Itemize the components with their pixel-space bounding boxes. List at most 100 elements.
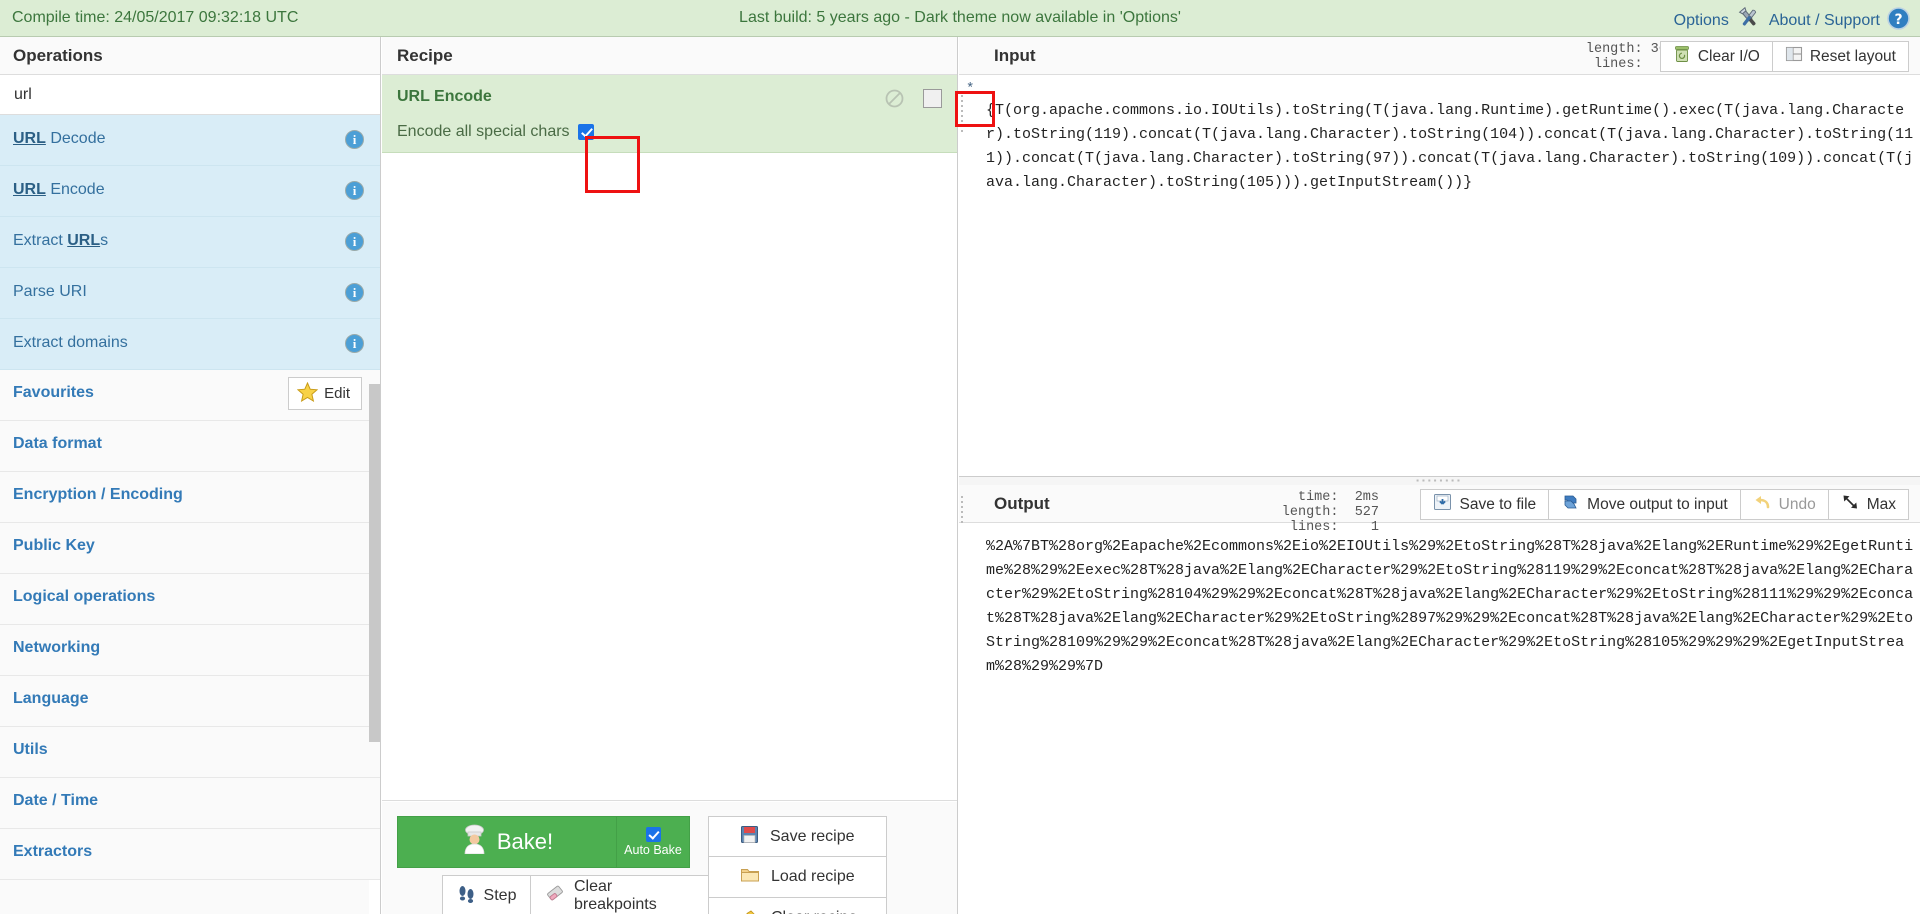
info-icon[interactable]: i <box>345 232 364 251</box>
load-recipe-label: Load recipe <box>771 868 855 885</box>
input-buttons: Clear I/O Reset layout <box>1659 41 1909 72</box>
category-logical-operations[interactable]: Logical operations <box>0 574 380 625</box>
broom-icon <box>740 906 760 914</box>
folder-icon <box>740 865 760 889</box>
disable-icon[interactable] <box>885 89 904 108</box>
operation-label: Parse URI <box>13 283 87 300</box>
recipe-op-url-encode[interactable]: URL Encode Encode all special chars <box>382 75 957 153</box>
recipe-controls: Bake! Auto Bake Step Clear breakpoints S… <box>382 802 957 914</box>
clear-recipe-button[interactable]: Clear recipe <box>708 898 887 914</box>
input-left-grip[interactable] <box>959 83 965 143</box>
output-left-grip[interactable] <box>959 487 965 531</box>
save-to-file-label: Save to file <box>1459 495 1537 513</box>
info-icon[interactable]: i <box>345 181 364 200</box>
eraser-icon <box>545 884 566 908</box>
footprints-icon <box>457 884 476 908</box>
category-public-key[interactable]: Public Key <box>0 523 380 574</box>
options-link[interactable]: Options <box>1674 12 1729 30</box>
info-icon[interactable]: i <box>345 334 364 353</box>
auto-bake-checkbox[interactable] <box>645 827 661 842</box>
category-data-format[interactable]: Data format <box>0 421 380 472</box>
operations-list: URL Decode i URL Encode i Extract URLs i… <box>0 115 380 880</box>
save-recipe-button[interactable]: Save recipe <box>708 816 887 857</box>
category-label: Networking <box>13 639 101 656</box>
help-icon[interactable]: ? <box>1887 6 1910 35</box>
operation-result-url-encode[interactable]: URL Encode i <box>0 166 380 217</box>
category-encryption-encoding[interactable]: Encryption / Encoding <box>0 472 380 523</box>
maximise-output-button[interactable]: Max <box>1828 489 1909 520</box>
input-textarea[interactable]: {T(org.apache.commons.io.IOUtils).toStri… <box>986 99 1916 459</box>
input-gutter-marker: * <box>966 81 975 97</box>
category-label: Language <box>13 690 89 707</box>
operation-label: Extract domains <box>13 334 128 351</box>
category-extractors[interactable]: Extractors <box>0 829 380 880</box>
move-output-to-input-button[interactable]: Move output to input <box>1549 489 1741 520</box>
output-pane: Output time: 2ms length: 527 lines: 1 Sa… <box>959 485 1920 914</box>
category-label: Extractors <box>13 843 93 860</box>
output-textarea[interactable]: %2A%7BT%28org%2Eapache%2Ecommons%2Eio%2E… <box>986 535 1916 914</box>
auto-bake-label: Auto Bake <box>624 843 682 857</box>
bake-button[interactable]: Bake! Auto Bake <box>397 816 690 868</box>
move-output-label: Move output to input <box>1587 495 1728 513</box>
category-label: Data format <box>13 435 102 452</box>
recipe-op-title: URL Encode <box>397 88 492 105</box>
category-label: Encryption / Encoding <box>13 486 183 503</box>
operation-label: URL Decode <box>13 130 106 147</box>
clear-io-button[interactable]: Clear I/O <box>1659 41 1773 72</box>
undo-button[interactable]: Undo <box>1740 489 1829 520</box>
reset-layout-button[interactable]: Reset layout <box>1772 41 1909 72</box>
undo-label: Undo <box>1778 495 1816 513</box>
clear-breakpoints-button[interactable]: Clear breakpoints <box>531 875 714 914</box>
step-button[interactable]: Step <box>442 875 531 914</box>
auto-bake-toggle[interactable]: Auto Bake <box>616 817 689 867</box>
output-meta: time: 2ms length: 527 lines: 1 <box>1281 490 1379 535</box>
recipe-file-buttons: Save recipe Load recipe <box>708 816 887 914</box>
arg-checkbox-encode-all-special-chars[interactable] <box>577 124 594 140</box>
bake-label: Bake! <box>496 829 554 854</box>
input-header: Input length: 363 lines: 1 Clear I/O <box>959 37 1920 75</box>
category-utils[interactable]: Utils <box>0 727 380 778</box>
recipe-panel: Recipe URL Encode Encode all special cha… <box>382 37 958 914</box>
clear-breakpoints-label: Clear breakpoints <box>574 878 657 913</box>
input-title: Input <box>994 46 1036 65</box>
category-networking[interactable]: Networking <box>0 625 380 676</box>
save-to-file-button[interactable]: Save to file <box>1420 489 1550 520</box>
chef-icon <box>461 824 488 860</box>
about-support-link[interactable]: About / Support <box>1769 12 1880 30</box>
banner-links: Options About / Support ? <box>1674 6 1910 35</box>
max-label: Max <box>1866 495 1896 513</box>
edit-favourites-button[interactable]: Edit <box>288 377 362 410</box>
operation-result-extract-domains[interactable]: Extract domains i <box>0 319 380 370</box>
info-icon[interactable]: i <box>345 130 364 149</box>
category-label: Date / Time <box>13 792 99 809</box>
maximise-icon <box>1841 493 1860 516</box>
operation-result-url-decode[interactable]: URL Decode i <box>0 115 380 166</box>
category-label: Public Key <box>13 537 95 554</box>
info-icon[interactable]: i <box>345 283 364 302</box>
step-label: Step <box>483 887 517 904</box>
io-panel: Input length: 363 lines: 1 Clear I/O <box>959 37 1920 914</box>
layout-icon <box>1785 45 1803 68</box>
operation-result-parse-uri[interactable]: Parse URI i <box>0 268 380 319</box>
edit-label: Edit <box>324 385 350 402</box>
output-header: Output time: 2ms length: 527 lines: 1 Sa… <box>959 485 1920 535</box>
breakpoint-checkbox[interactable] <box>923 89 942 108</box>
category-date-time[interactable]: Date / Time <box>0 778 380 829</box>
category-language[interactable]: Language <box>0 676 380 727</box>
search-box <box>0 75 380 115</box>
step-controls: Step Clear breakpoints <box>442 875 714 914</box>
load-recipe-button[interactable]: Load recipe <box>708 857 887 898</box>
move-icon <box>1561 493 1580 516</box>
operations-scrollbar-thumb[interactable] <box>369 384 380 742</box>
bake-button-label-wrap: Bake! <box>398 824 616 860</box>
reset-layout-label: Reset layout <box>1809 47 1896 65</box>
undo-icon <box>1753 493 1772 516</box>
io-splitter[interactable]: ▪▪▪▪▪▪▪▪ <box>959 477 1920 485</box>
search-input[interactable] <box>0 75 380 114</box>
splitter-grip-icon: ▪▪▪▪▪▪▪▪ <box>1416 476 1463 485</box>
tools-icon[interactable] <box>1736 6 1762 35</box>
category-favourites[interactable]: Favourites Edit <box>0 370 380 421</box>
last-build-label: Last build: 5 years ago - Dark theme now… <box>739 9 1181 26</box>
star-icon <box>296 381 319 406</box>
operation-result-extract-urls[interactable]: Extract URLs i <box>0 217 380 268</box>
